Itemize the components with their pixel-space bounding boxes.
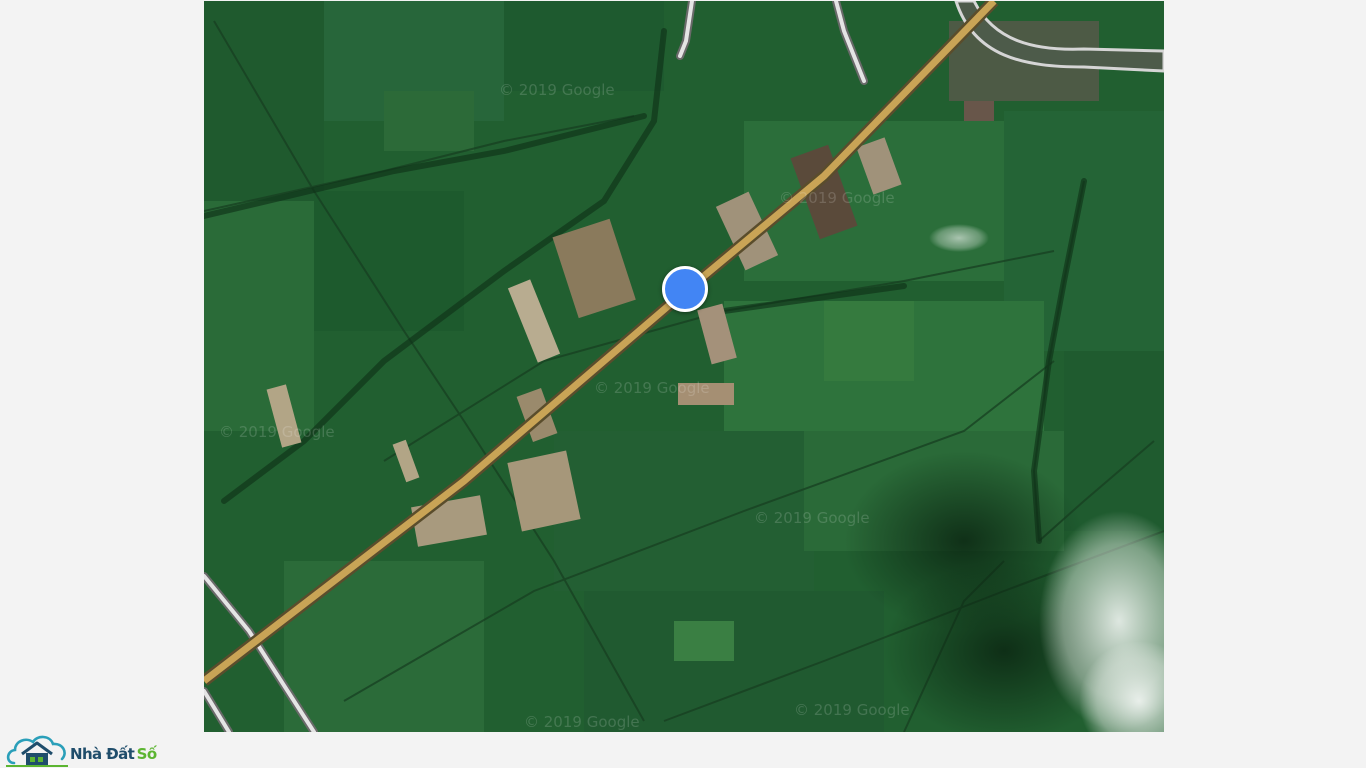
brand-name-part2: Số <box>136 744 158 763</box>
map-imagery <box>204 1 1164 732</box>
page: © 2019 Google © 2019 Google © 2019 Googl… <box>0 0 1366 768</box>
brand-name: Nhà Đất Số <box>70 744 158 763</box>
satellite-map[interactable]: © 2019 Google © 2019 Google © 2019 Googl… <box>204 1 1164 732</box>
brand-name-part1: Nhà Đất <box>70 744 135 763</box>
cloud-house-icon <box>6 735 68 767</box>
location-marker[interactable] <box>662 266 708 312</box>
brand-logo-link[interactable]: Nhà Đất Số <box>6 733 157 767</box>
